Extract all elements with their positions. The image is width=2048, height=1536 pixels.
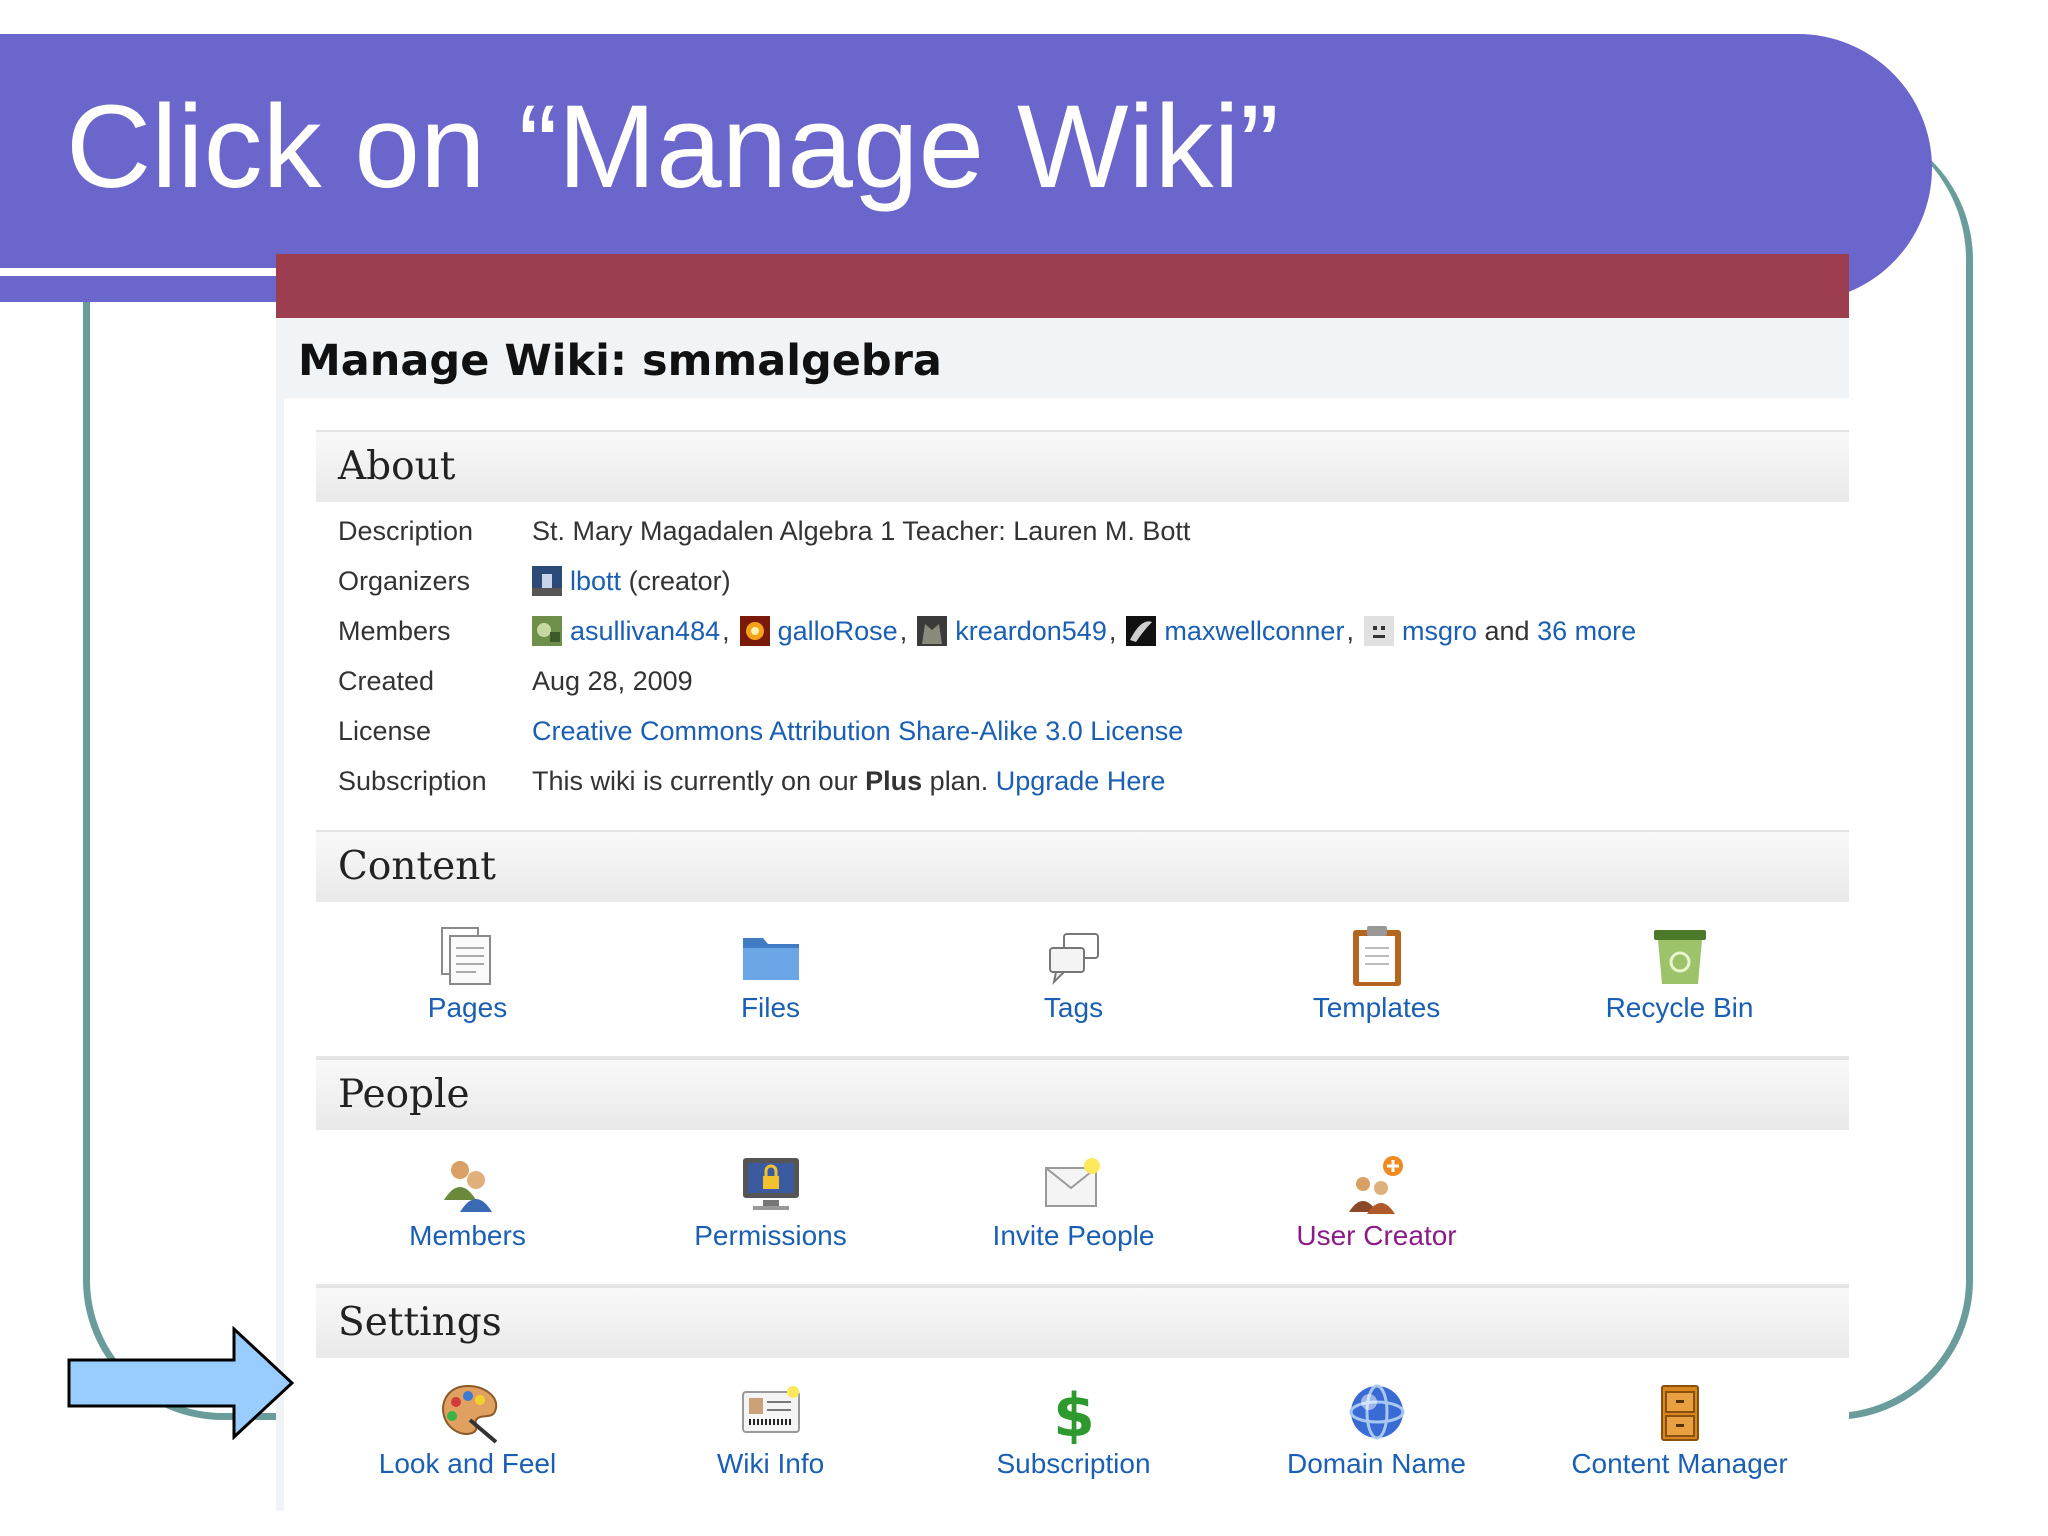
tags-label: Tags <box>1043 992 1104 1023</box>
upgrade-link[interactable]: Upgrade Here <box>996 766 1166 797</box>
member-link[interactable]: asullivan484 <box>570 616 720 647</box>
description-label: Description <box>338 515 474 546</box>
members-label: Members <box>409 1220 526 1251</box>
content-manager-tile[interactable]: Content Manager <box>1528 1380 1831 1492</box>
members-tile[interactable]: Members <box>316 1152 619 1264</box>
svg-text:$: $ <box>1053 1381 1095 1444</box>
recycle-bin-icon <box>1653 930 1706 984</box>
subscription-label: Subscription <box>996 1448 1151 1479</box>
subscription-text: This wiki is currently on our <box>532 765 858 796</box>
pages-tile[interactable]: Pages <box>316 924 619 1036</box>
files-tile[interactable]: Files <box>619 924 922 1036</box>
member-link[interactable]: maxwellconner <box>1164 616 1344 647</box>
user-creator-icon <box>1348 1156 1403 1214</box>
avatar <box>739 616 770 646</box>
member-link[interactable]: galloRose <box>778 616 898 647</box>
folder-icon <box>742 938 799 980</box>
members-icon <box>443 1161 492 1212</box>
id-card-icon <box>741 1386 800 1433</box>
subscription-text-after: plan. <box>929 765 989 796</box>
created-value: Aug 28, 2009 <box>532 665 693 696</box>
member-link[interactable]: kreardon549 <box>955 616 1107 647</box>
cabinet-icon <box>1660 1385 1699 1441</box>
invite-people-label: Invite People <box>992 1220 1155 1251</box>
content-manager-label: Content Manager <box>1571 1448 1788 1479</box>
files-label: Files <box>740 992 801 1023</box>
about-section: About Description St. Mary Magadalen Alg… <box>316 430 1849 806</box>
avatar <box>1126 616 1157 646</box>
pages-icon <box>440 927 491 985</box>
pointer-arrow-icon <box>67 1326 295 1440</box>
wiki-info-label: Wiki Info <box>716 1448 825 1479</box>
slide-title: Click on “Manage Wiki” <box>66 81 1280 213</box>
people-header: People <box>316 1058 1849 1130</box>
license-label: License <box>338 715 432 746</box>
content-header: Content <box>316 830 1849 902</box>
members-and: and <box>1484 615 1530 646</box>
organizer-link[interactable]: lbott <box>570 566 621 597</box>
members-label: Members <box>338 615 451 646</box>
subscription-plan: Plus <box>865 765 923 796</box>
subscription-row: Subscription This wiki is currently on o… <box>316 756 1849 806</box>
organizer-role: (creator) <box>628 565 731 596</box>
created-row: Created Aug 28, 2009 <box>316 656 1849 706</box>
manage-wiki-screenshot: Manage Wiki: smmalgebra About Descriptio… <box>276 254 1849 1510</box>
description-value: St. Mary Magadalen Algebra 1 Teacher: La… <box>532 515 1191 546</box>
look-and-feel-label: Look and Feel <box>378 1448 557 1479</box>
site-header-bar <box>276 254 1849 318</box>
created-label: Created <box>338 665 435 696</box>
templates-label: Templates <box>1312 992 1441 1023</box>
dollar-icon: $ <box>1053 1381 1095 1444</box>
wiki-info-tile[interactable]: Wiki Info <box>619 1380 922 1492</box>
settings-header: Settings <box>316 1286 1849 1358</box>
organizers-label: Organizers <box>338 565 471 596</box>
content-section: Content Pages Files Tags Templates Recyc… <box>316 830 1849 1058</box>
recycle-bin-tile[interactable]: Recycle Bin <box>1528 924 1831 1036</box>
tags-icon <box>1048 933 1099 986</box>
lock-monitor-icon <box>742 1158 799 1210</box>
palette-icon <box>441 1384 497 1444</box>
avatar <box>532 566 562 596</box>
tags-tile[interactable]: Tags <box>922 924 1225 1036</box>
more-members-link[interactable]: 36 more <box>1537 616 1636 647</box>
people-section: People Members Permissions Invite People… <box>316 1058 1849 1286</box>
about-header: About <box>316 430 1849 502</box>
look-and-feel-tile[interactable]: Look and Feel <box>316 1380 619 1492</box>
manage-wiki-body: About Description St. Mary Magadalen Alg… <box>284 398 1849 1510</box>
globe-icon <box>1349 1384 1404 1440</box>
avatar <box>532 616 562 646</box>
invite-people-tile[interactable]: Invite People <box>922 1152 1225 1264</box>
title-underline <box>0 268 290 276</box>
license-row: License Creative Commons Attribution Sha… <box>316 706 1849 756</box>
organizers-row: Organizers lbott (creator) <box>316 556 1849 606</box>
manage-wiki-heading: Manage Wiki: smmalgebra <box>298 336 942 386</box>
member-link[interactable]: msgro <box>1402 616 1477 647</box>
user-creator-tile[interactable]: User Creator <box>1225 1152 1528 1264</box>
pages-label: Pages <box>427 992 508 1023</box>
permissions-tile[interactable]: Permissions <box>619 1152 922 1264</box>
permissions-label: Permissions <box>694 1220 847 1251</box>
subscription-tile[interactable]: $ Subscription <box>922 1380 1225 1492</box>
user-creator-label: User Creator <box>1296 1220 1457 1251</box>
description-row: Description St. Mary Magadalen Algebra 1… <box>316 506 1849 556</box>
templates-tile[interactable]: Templates <box>1225 924 1528 1036</box>
settings-section: Settings Look and Feel Wiki Info $ Subsc… <box>316 1286 1849 1492</box>
avatar <box>1363 616 1394 646</box>
subscription-label: Subscription <box>338 765 487 796</box>
recycle-bin-label: Recycle Bin <box>1605 992 1754 1023</box>
avatar <box>917 616 948 646</box>
clipboard-icon <box>1352 926 1401 986</box>
envelope-icon <box>1044 1158 1100 1207</box>
domain-name-label: Domain Name <box>1287 1448 1466 1479</box>
members-row: Members asullivan484, galloRose, kreardo… <box>316 606 1849 656</box>
domain-name-tile[interactable]: Domain Name <box>1225 1380 1528 1492</box>
license-link[interactable]: Creative Commons Attribution Share-Alike… <box>532 716 1183 747</box>
